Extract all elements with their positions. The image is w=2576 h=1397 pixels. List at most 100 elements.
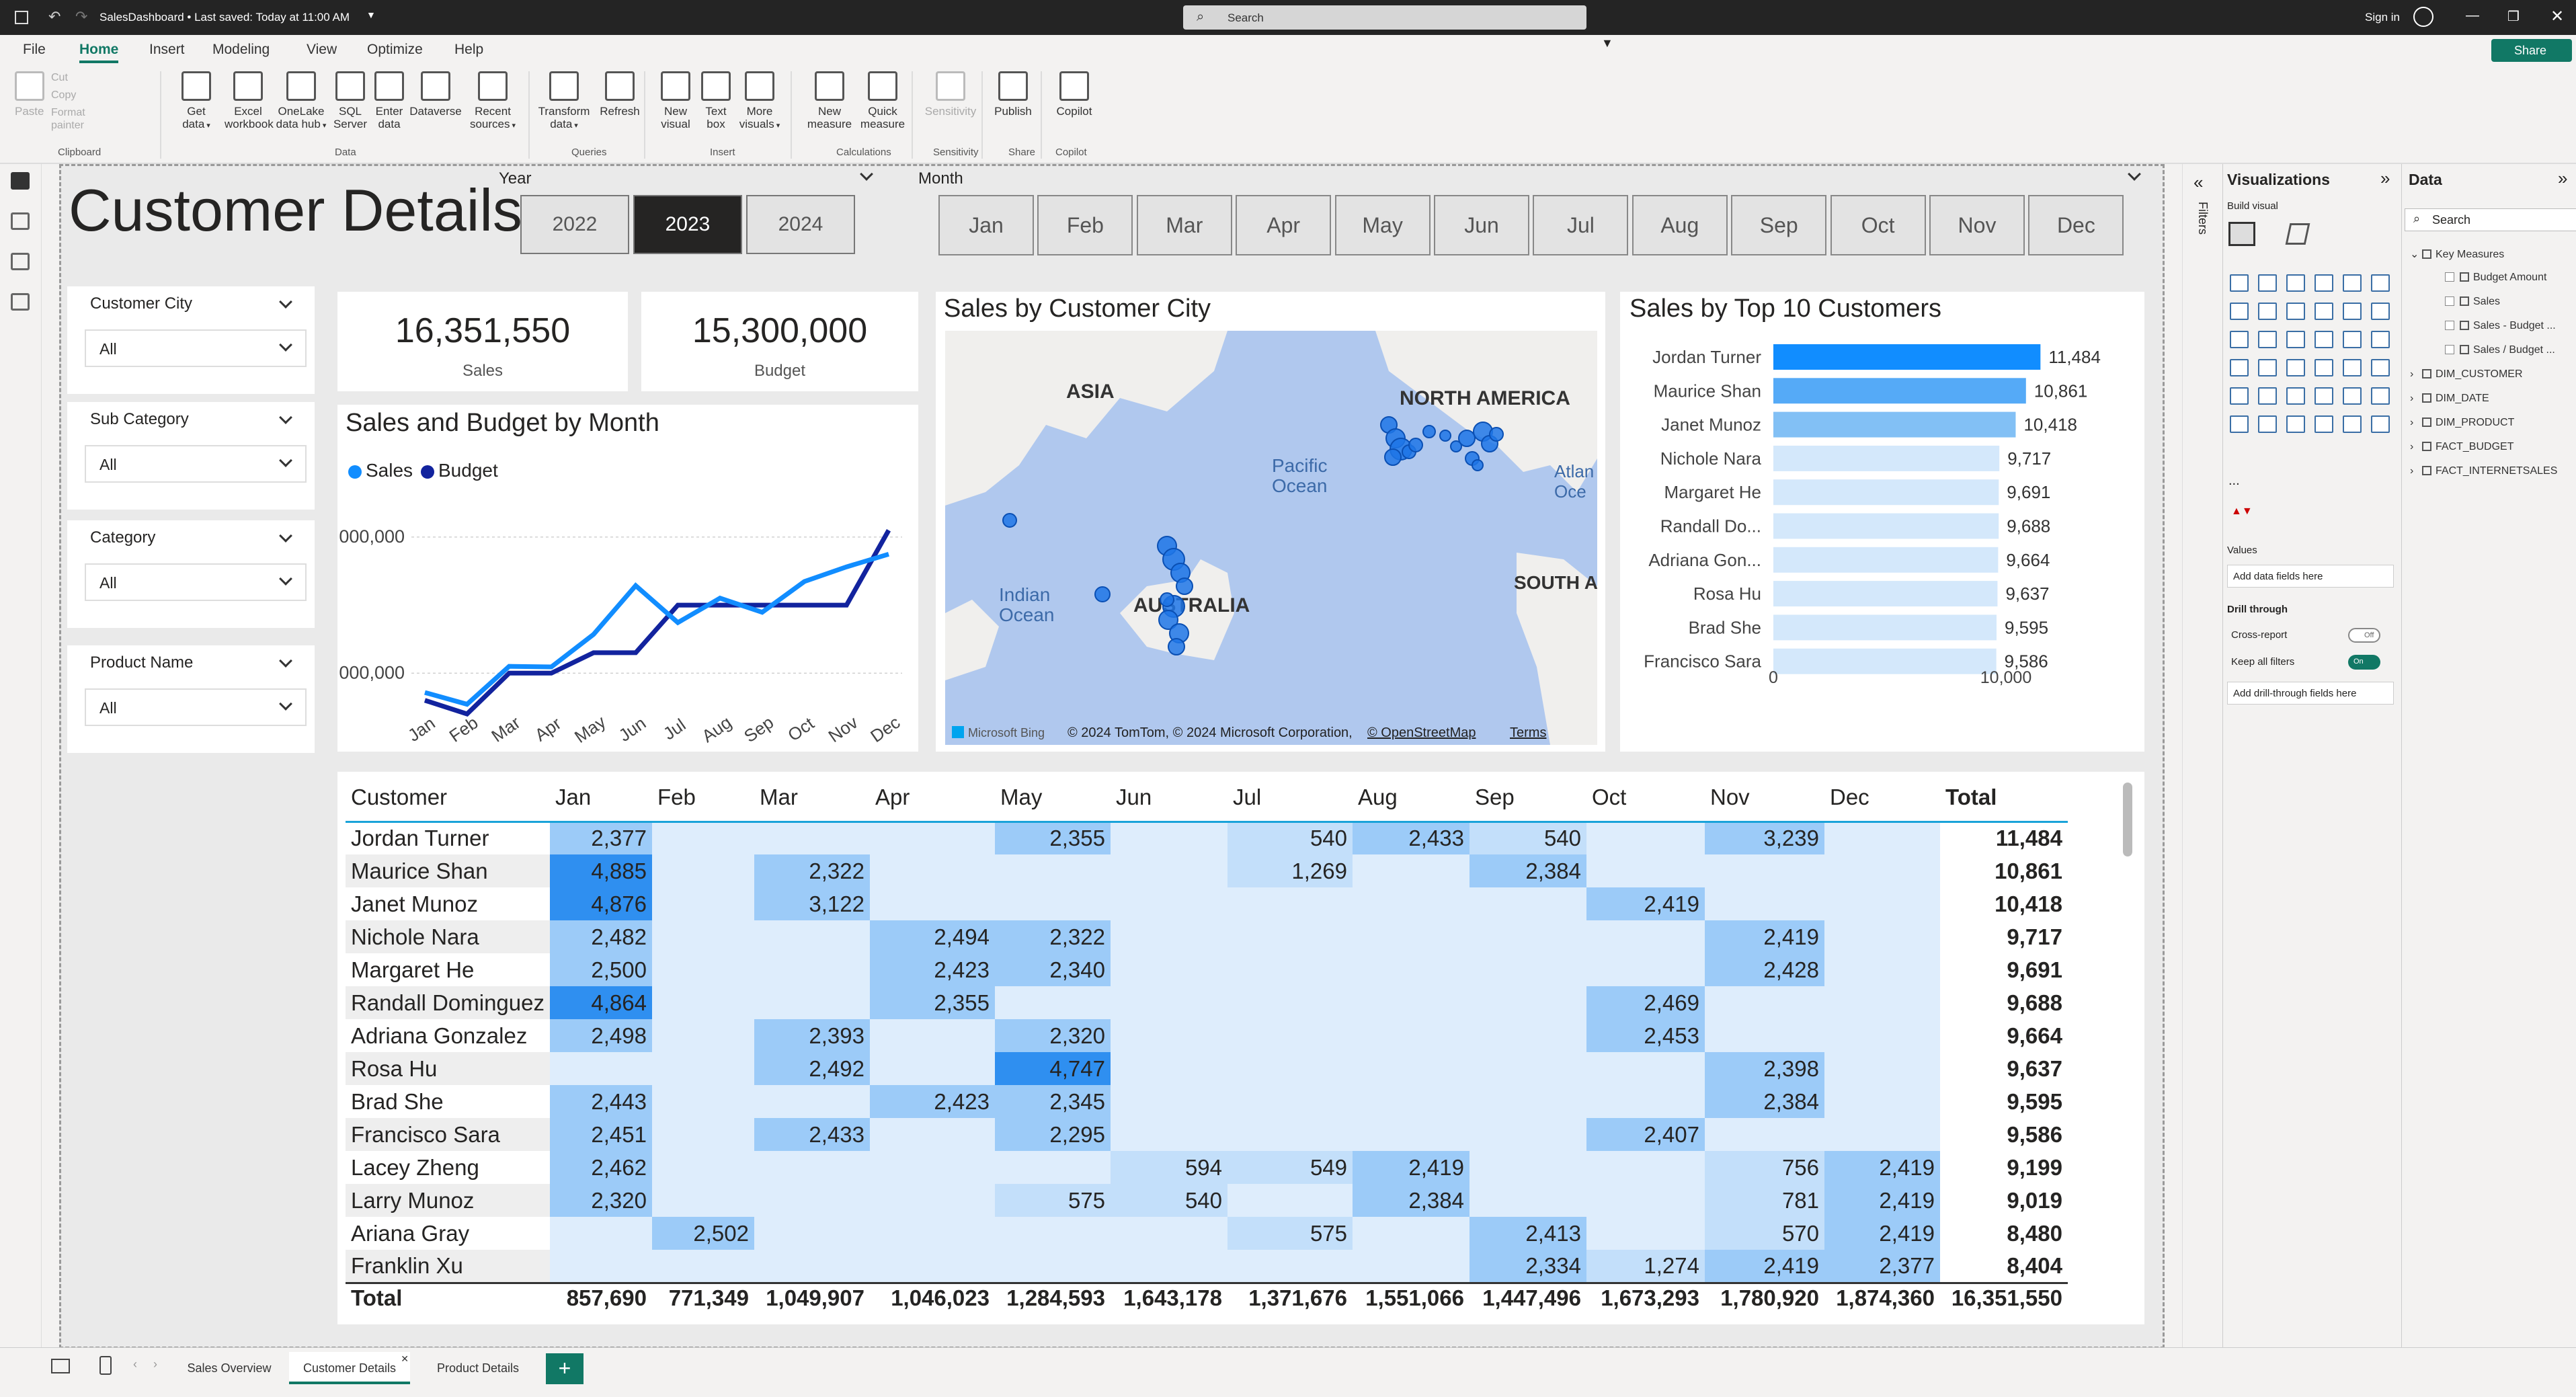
100-column-visual-icon[interactable]: [2371, 274, 2390, 292]
month-button-dec[interactable]: Dec: [2028, 195, 2124, 255]
kpi-card-budget[interactable]: 15,300,000 Budget: [641, 292, 918, 391]
bar[interactable]: [1773, 547, 1999, 573]
month-button-mar[interactable]: Mar: [1136, 195, 1232, 255]
filled-map-visual-icon[interactable]: [2371, 331, 2390, 348]
scroll-right-icon[interactable]: ›: [153, 1357, 157, 1371]
data-search-input[interactable]: ⌕ Search: [2405, 208, 2576, 231]
paginated-visual-icon[interactable]: [2286, 415, 2305, 433]
narrative-visual-icon[interactable]: [2258, 415, 2277, 433]
account-icon[interactable]: [2413, 7, 2433, 27]
table-row[interactable]: Ariana Gray 2,502 575 2,413 570 2,419 8,480: [346, 1217, 2068, 1250]
map-bubble[interactable]: [1160, 592, 1174, 607]
chevron-right-icon[interactable]: ›: [2410, 465, 2422, 477]
year-button-2023[interactable]: 2023: [633, 195, 742, 254]
map-bubble[interactable]: [1422, 425, 1436, 438]
legend-label[interactable]: Sales: [366, 460, 413, 481]
bar[interactable]: [1773, 378, 2026, 404]
table-row[interactable]: Larry Munoz 2,320 575 540 2,384 781 2,419 9,019: [346, 1184, 2068, 1217]
table-node-dim-product[interactable]: › DIM_PRODUCT: [2410, 417, 2514, 429]
model-view-icon[interactable]: [11, 253, 30, 270]
excel-workbook-button[interactable]: Excel workbook: [225, 71, 274, 130]
collapse-icon[interactable]: »: [2380, 168, 2390, 189]
menu-home[interactable]: Home: [79, 42, 119, 63]
month-button-jan[interactable]: Jan: [938, 195, 1034, 255]
column-header-apr[interactable]: Apr: [870, 774, 995, 823]
map-card[interactable]: Sales by Customer City ASIA NORTH AMERICA…: [936, 292, 1605, 752]
restore-icon[interactable]: ❐: [2507, 8, 2520, 25]
page-tab-product-details[interactable]: Product Details: [428, 1352, 528, 1384]
card-visual-icon[interactable]: [2286, 359, 2305, 376]
column-header-may[interactable]: May: [995, 774, 1111, 823]
redo-icon[interactable]: ↷: [75, 8, 87, 26]
get-data-button[interactable]: Get data ▾: [176, 71, 216, 132]
donut-visual-icon[interactable]: [2286, 331, 2305, 348]
measure-sales-budget[interactable]: Sales - Budget ...: [2445, 320, 2556, 332]
table-node-dim-customer[interactable]: › DIM_CUSTOMER: [2410, 368, 2523, 381]
column-header-jun[interactable]: Jun: [1111, 774, 1227, 823]
table-node-key-measures[interactable]: ⌄ Key Measures: [2410, 247, 2504, 261]
close-icon[interactable]: ✕: [2550, 7, 2564, 26]
recent-sources-button[interactable]: Recent sources ▾: [469, 71, 516, 132]
values-well[interactable]: Add data fields here: [2227, 565, 2394, 588]
desktop-layout-icon[interactable]: [51, 1359, 70, 1373]
sql-server-button[interactable]: SQL Server: [332, 71, 368, 130]
text-box-button[interactable]: Text box: [699, 71, 733, 130]
share-button[interactable]: Share: [2491, 39, 2572, 62]
pie-visual-icon[interactable]: [2258, 331, 2277, 348]
column-header-mar[interactable]: Mar: [754, 774, 870, 823]
menu-modeling[interactable]: Modeling: [212, 42, 270, 58]
table-row[interactable]: Janet Munoz 4,876 3,122 2,419 10,418: [346, 887, 2068, 920]
power-apps-visual-icon[interactable]: [2315, 415, 2333, 433]
map-bubble[interactable]: [1408, 438, 1423, 452]
column-header-customer[interactable]: Customer: [346, 774, 550, 823]
quick-measure-button[interactable]: Quick measure: [859, 71, 906, 130]
table-row[interactable]: Margaret He 2,500 2,423 2,340 2,428 9,691: [346, 953, 2068, 986]
kpi-visual-icon[interactable]: [2343, 359, 2362, 376]
table-row[interactable]: Adriana Gonzalez 2,498 2,393 2,320 2,453 9,66…: [346, 1019, 2068, 1052]
map-canvas[interactable]: ASIA NORTH AMERICAPacific OceanAtlan OceInd…: [945, 331, 1597, 745]
cut-button[interactable]: Cut: [51, 71, 105, 84]
month-button-jul[interactable]: Jul: [1533, 195, 1629, 255]
column-header-total[interactable]: Total: [1940, 774, 2068, 823]
table-visual-icon[interactable]: [2230, 387, 2249, 405]
close-tab-icon[interactable]: ✕: [401, 1343, 409, 1375]
bar-chart-card[interactable]: Sales by Top 10 Customers Jordan Turner 1…: [1620, 292, 2144, 752]
chevron-right-icon[interactable]: ›: [2410, 368, 2422, 381]
copy-button[interactable]: Copy: [51, 89, 105, 102]
scroll-left-icon[interactable]: ‹: [133, 1357, 137, 1371]
table-row[interactable]: Franklin Xu 2,334 1,274 2,419 2,377 8,404: [346, 1250, 2068, 1283]
table-row[interactable]: Rosa Hu 2,492 4,747 2,398 9,637: [346, 1052, 2068, 1085]
bar[interactable]: [1773, 614, 1997, 641]
qa-visual-icon[interactable]: [2230, 415, 2249, 433]
month-button-jun[interactable]: Jun: [1434, 195, 1529, 255]
minimize-icon[interactable]: —: [2466, 8, 2479, 24]
filters-pane-collapsed[interactable]: « Filters: [2182, 164, 2222, 1347]
format-visual-icon[interactable]: [2285, 223, 2310, 245]
map-bubble[interactable]: [1458, 430, 1476, 447]
slicer-dropdown[interactable]: All: [85, 563, 307, 601]
map-bubble[interactable]: [1002, 513, 1017, 528]
slicer-visual-icon[interactable]: [2371, 359, 2390, 376]
kpi-card-sales[interactable]: 16,351,550 Sales: [337, 292, 628, 391]
cross-report-toggle[interactable]: Off: [2348, 628, 2380, 643]
checkbox[interactable]: [2445, 321, 2454, 330]
format-painter-button[interactable]: Format painter: [51, 106, 118, 132]
table-row[interactable]: Nichole Nara 2,482 2,494 2,322 2,419 9,717: [346, 920, 2068, 953]
measure-sales[interactable]: Sales: [2445, 296, 2500, 308]
python-visual-icon[interactable]: [2315, 387, 2333, 405]
map-bubble[interactable]: [1384, 448, 1402, 466]
stacked-bar-visual-icon[interactable]: [2230, 274, 2249, 292]
report-view-icon[interactable]: [11, 172, 30, 190]
month-button-apr[interactable]: Apr: [1236, 195, 1332, 255]
table-row[interactable]: Francisco Sara 2,451 2,433 2,295 2,407 9,586: [346, 1118, 2068, 1151]
bar[interactable]: [1773, 581, 1998, 607]
treemap-visual-icon[interactable]: [2315, 331, 2333, 348]
area-visual-icon[interactable]: [2258, 303, 2277, 320]
bar[interactable]: [1773, 445, 2000, 471]
map-bubble[interactable]: [1472, 459, 1484, 471]
table-row[interactable]: Maurice Shan 4,885 2,322 1,269 2,384 10,861: [346, 854, 2068, 887]
year-button-2022[interactable]: 2022: [520, 195, 629, 254]
build-visual-icon[interactable]: [2228, 222, 2255, 246]
chevron-right-icon[interactable]: ›: [2410, 417, 2422, 429]
enter-data-button[interactable]: Enter data: [372, 71, 406, 130]
